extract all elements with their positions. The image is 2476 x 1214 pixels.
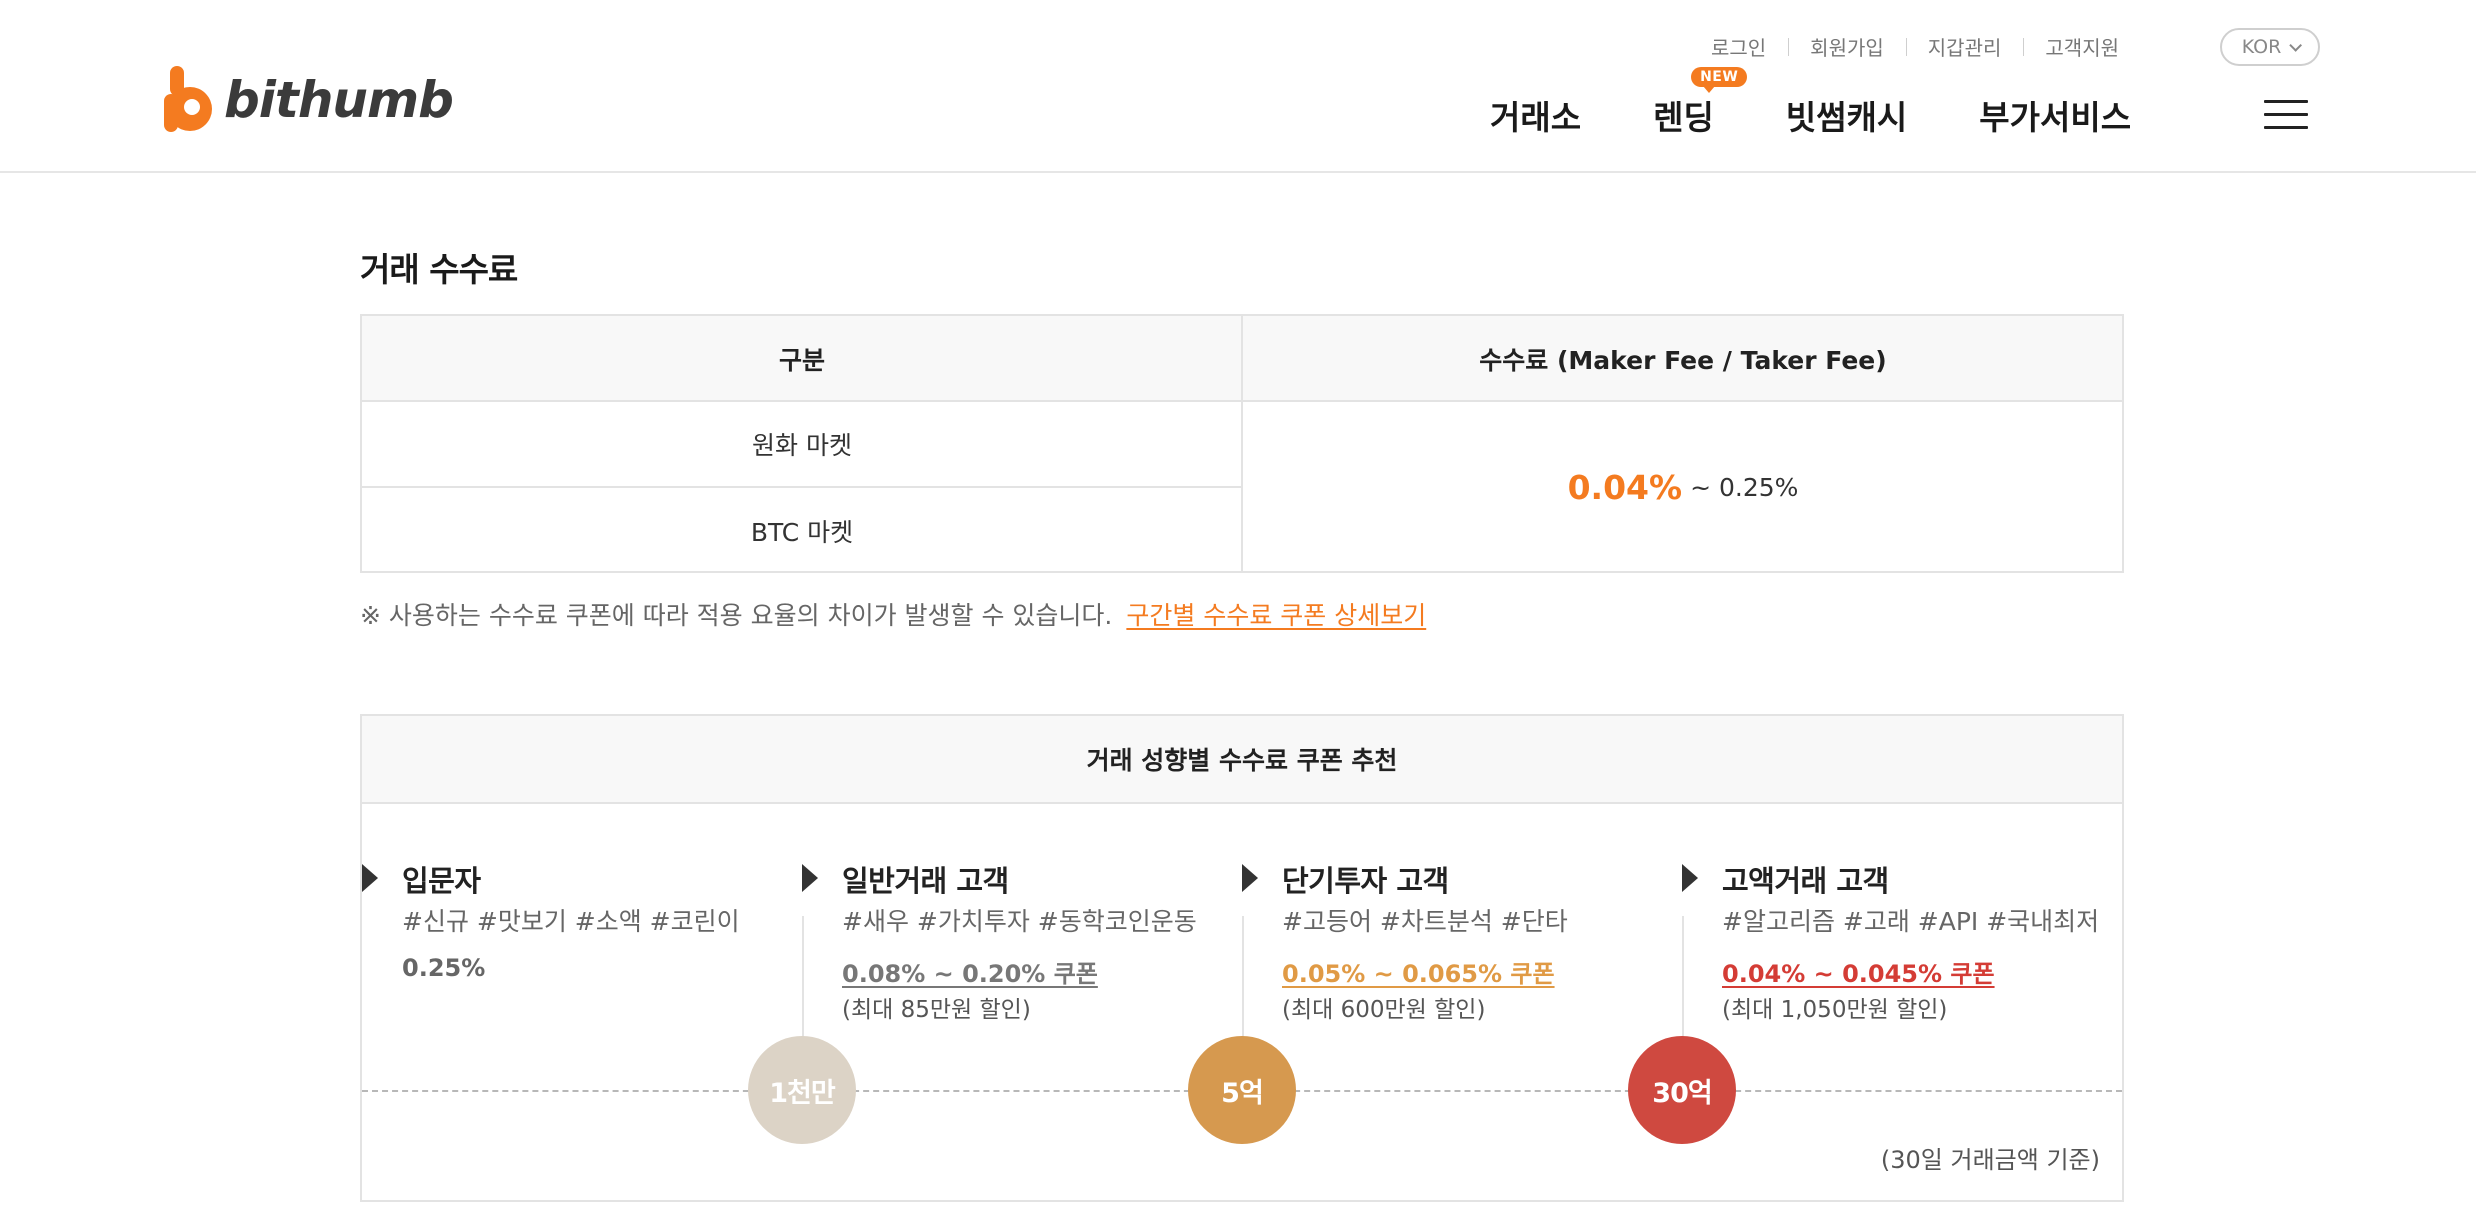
triangle-right-icon [1682, 864, 1698, 892]
hamburger-menu-icon[interactable] [2264, 100, 2308, 130]
utility-menu: 로그인 회원가입 지갑관리 고객지원 [1689, 28, 2141, 64]
nav-lending-label: 렌딩 [1653, 98, 1714, 137]
notice-text: ※ 사용하는 수수료 쿠폰에 따라 적용 요율의 차이가 발생할 수 있습니다. [360, 601, 1113, 630]
tier-tags: #고등어 #차트분석 #단타 [1282, 907, 1568, 936]
nav-bithumb-cash[interactable]: 빗썸캐시 [1786, 91, 1907, 139]
header-category: 구분 [778, 346, 825, 375]
bithumb-logo-icon [164, 66, 212, 132]
site-header: bithumb 로그인 회원가입 지갑관리 고객지원 KOR 거래소 렌딩 NE… [0, 0, 2476, 173]
main-nav: 거래소 렌딩 NEW 빗썸캐시 부가서비스 [1490, 67, 2131, 140]
page-title: 거래 수수료 [360, 250, 518, 289]
nav-extra-services[interactable]: 부가서비스 [1979, 91, 2131, 139]
signup-link[interactable]: 회원가입 [1788, 32, 1906, 61]
nav-exchange[interactable]: 거래소 [1490, 91, 1581, 139]
logo-text: bithumb [224, 71, 454, 129]
tier-coupon-link[interactable]: 0.04% ~ 0.045% 쿠폰 [1722, 954, 1995, 989]
language-label: KOR [2241, 36, 2282, 58]
volume-marker: 1천만 [748, 1036, 856, 1144]
triangle-right-icon [362, 864, 378, 892]
tier-name: 입문자 [402, 864, 481, 898]
login-link[interactable]: 로그인 [1689, 32, 1788, 61]
fee-min-value: 0.04% [1567, 468, 1683, 507]
tier-coupon-link[interactable]: 0.08% ~ 0.20% 쿠폰 [842, 954, 1098, 989]
tier-name: 일반거래 고객 [842, 864, 1009, 898]
triangle-right-icon [802, 864, 818, 892]
chevron-down-icon [2289, 38, 2303, 52]
fee-notice: ※ 사용하는 수수료 쿠폰에 따라 적용 요율의 차이가 발생할 수 있습니다.… [360, 596, 1426, 632]
new-badge: NEW [1691, 67, 1748, 93]
volume-basis-note: (30일 거래금액 기준) [1880, 1146, 2100, 1174]
coupon-detail-link[interactable]: 구간별 수수료 쿠폰 상세보기 [1126, 596, 1426, 632]
row-btc-market: BTC 마켓 [750, 517, 854, 547]
row-krw-market: 원화 마켓 [362, 402, 1242, 488]
language-selector[interactable]: KOR [2220, 28, 2320, 66]
tier-name: 단기투자 고객 [1282, 864, 1449, 898]
nav-lending[interactable]: 렌딩 NEW [1653, 67, 1748, 139]
nav-extra-services-label: 부가서비스 [1979, 98, 2132, 137]
support-link[interactable]: 고객지원 [2023, 32, 2141, 61]
volume-marker: 30억 [1628, 1036, 1736, 1144]
tier-name: 고액거래 고객 [1722, 864, 1889, 898]
wallet-link[interactable]: 지갑관리 [1905, 32, 2024, 61]
tier-tags: #신규 #맛보기 #소액 #코린이 [402, 907, 740, 936]
tier-rate: 0.25% [402, 954, 486, 982]
fee-max-value: ~ 0.25% [1690, 473, 1799, 502]
nav-bithumb-cash-label: 빗썸캐시 [1785, 98, 1908, 137]
fee-table: 구분 수수료 (Maker Fee / Taker Fee) 원화 마켓 BTC… [360, 314, 2124, 573]
tier-discount: (최대 600만원 할인) [1282, 997, 1486, 1023]
header-fee: 수수료 (Maker Fee / Taker Fee) [1479, 346, 1887, 375]
bithumb-logo[interactable]: bithumb [160, 62, 454, 138]
tier-discount: (최대 85만원 할인) [842, 997, 1031, 1023]
tier-coupon-link[interactable]: 0.05% ~ 0.065% 쿠폰 [1282, 954, 1555, 989]
tier-tags: #새우 #가치투자 #동학코인운동 [842, 907, 1197, 936]
nav-exchange-label: 거래소 [1490, 98, 1582, 137]
volume-marker: 5억 [1188, 1036, 1296, 1144]
fee-range: 0.04% ~ 0.25% [1242, 402, 2124, 573]
tier-discount: (최대 1,050만원 할인) [1722, 997, 1948, 1023]
coupon-recommendation: 거래 성향별 수수료 쿠폰 추천 입문자 #신규 #맛보기 #소액 #코린이 0… [360, 714, 2124, 1202]
coupon-title: 거래 성향별 수수료 쿠폰 추천 [362, 716, 2122, 804]
tier-tags: #알고리즘 #고래 #API #국내최저 [1722, 907, 2100, 936]
triangle-right-icon [1242, 864, 1258, 892]
